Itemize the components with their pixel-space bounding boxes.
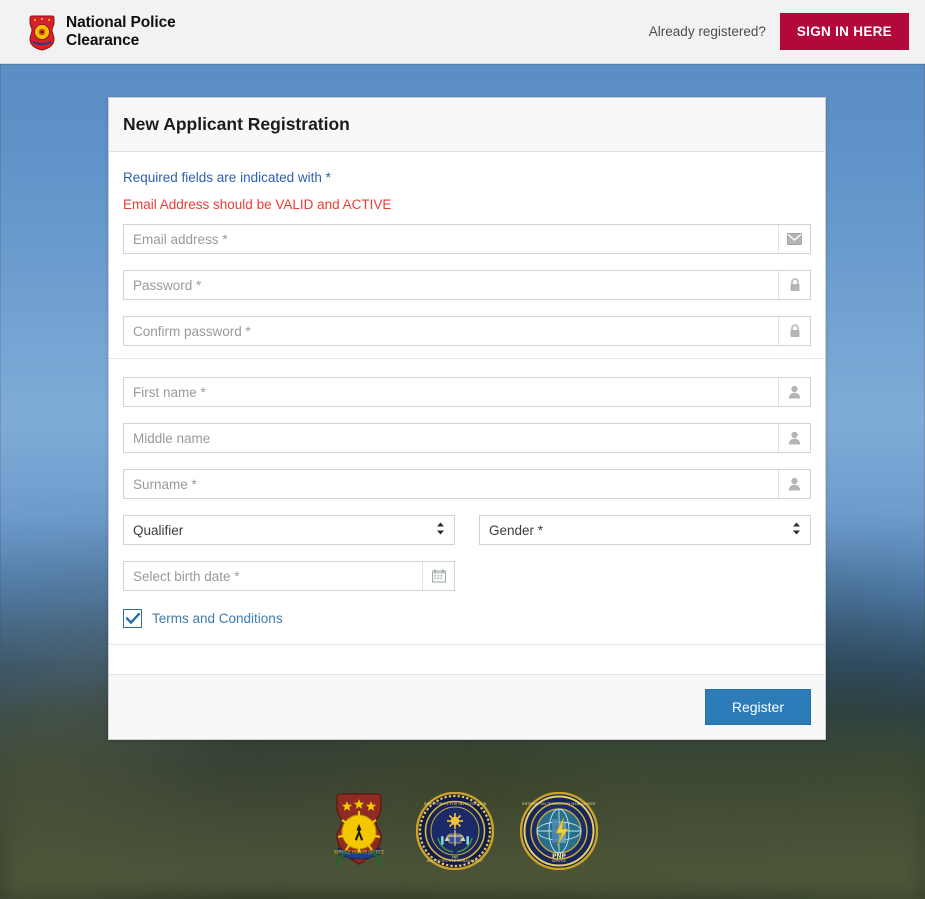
itms-seal: INFORMATION TECHNOLOGY MANAGEMENT SERVIC…: [519, 792, 598, 870]
middle-name-input[interactable]: [124, 424, 778, 452]
updown-arrows-icon: [436, 522, 445, 539]
brand-title: National Police Clearance: [66, 14, 176, 49]
already-registered-text: Already registered?: [648, 24, 766, 39]
lock-icon: [778, 271, 810, 299]
email-validity-note: Email Address should be VALID and ACTIVE: [123, 197, 392, 212]
birth-date-field-group[interactable]: [123, 561, 455, 591]
birth-date-input[interactable]: [124, 562, 422, 590]
surname-input[interactable]: [124, 470, 778, 498]
user-icon: [778, 378, 810, 406]
svg-text:PNP: PNP: [451, 856, 458, 860]
confirm-password-field-group[interactable]: [123, 316, 811, 346]
svg-text:DIRECTORATE FOR INVESTIGATION: DIRECTORATE FOR INVESTIGATION: [423, 802, 486, 806]
pnp-shield-seal: SERVICE HONOR JUSTICE: [328, 790, 390, 872]
card-footer: Register: [109, 675, 825, 739]
lock-icon: [778, 317, 810, 345]
account-section: Required fields are indicated with * Ema…: [109, 152, 825, 359]
brand-logo-area[interactable]: National Police Clearance: [26, 13, 176, 51]
password-field-group[interactable]: [123, 270, 811, 300]
didm-seal: DIRECTORATE FOR INVESTIGATION AND DETECT…: [415, 792, 494, 870]
page-title: New Applicant Registration: [123, 114, 350, 134]
user-icon: [778, 424, 810, 452]
svg-text:AND DETECTIVE MANAGEMENT: AND DETECTIVE MANAGEMENT: [426, 859, 483, 863]
surname-field-group[interactable]: [123, 469, 811, 499]
header-actions: Already registered? SIGN IN HERE: [649, 13, 909, 50]
svg-text:SERVICE HONOR JUSTICE: SERVICE HONOR JUSTICE: [333, 850, 384, 855]
qualifier-select-value: Qualifier: [133, 522, 184, 538]
middle-name-field-group[interactable]: [123, 423, 811, 453]
sign-in-here-button[interactable]: SIGN IN HERE: [779, 13, 909, 50]
first-name-field-group[interactable]: [123, 377, 811, 407]
gender-select[interactable]: Gender *: [479, 515, 811, 545]
footer-seals: SERVICE HONOR JUSTICE DIRECTORATE FOR IN…: [0, 790, 925, 872]
qualifier-gender-row: Qualifier Gender *: [123, 515, 811, 545]
calendar-icon[interactable]: [422, 562, 454, 590]
password-input[interactable]: [124, 271, 778, 299]
register-button[interactable]: Register: [704, 689, 811, 725]
terms-checkbox[interactable]: [123, 609, 142, 628]
email-field-group[interactable]: [123, 224, 811, 254]
card-spacer-section: [109, 645, 825, 675]
qualifier-select[interactable]: Qualifier: [123, 515, 455, 545]
checkmark-icon: [125, 613, 140, 624]
required-fields-note: Required fields are indicated with *: [123, 170, 331, 185]
terms-row: Terms and Conditions: [123, 609, 811, 630]
envelope-icon: [778, 225, 810, 253]
user-icon: [778, 470, 810, 498]
svg-text:INFORMATION TECHNOLOGY MANAGEM: INFORMATION TECHNOLOGY MANAGEMENT: [522, 802, 597, 806]
updown-arrows-icon: [792, 522, 801, 539]
registration-card: New Applicant Registration Required fiel…: [108, 97, 826, 740]
personal-info-section: Qualifier Gender *: [109, 359, 825, 645]
email-input[interactable]: [124, 225, 778, 253]
gender-select-value: Gender *: [489, 522, 544, 538]
card-header: New Applicant Registration: [109, 98, 825, 152]
svg-text:PNP: PNP: [552, 853, 566, 860]
brand-title-line2: Clearance: [66, 31, 140, 49]
terms-and-conditions-link[interactable]: Terms and Conditions: [152, 611, 283, 626]
pnp-shield-logo-icon: [26, 13, 58, 51]
confirm-password-input[interactable]: [124, 317, 778, 345]
first-name-input[interactable]: [124, 378, 778, 406]
brand-title-line1: National Police: [66, 14, 176, 32]
top-header-bar: National Police Clearance Already regist…: [0, 0, 925, 64]
